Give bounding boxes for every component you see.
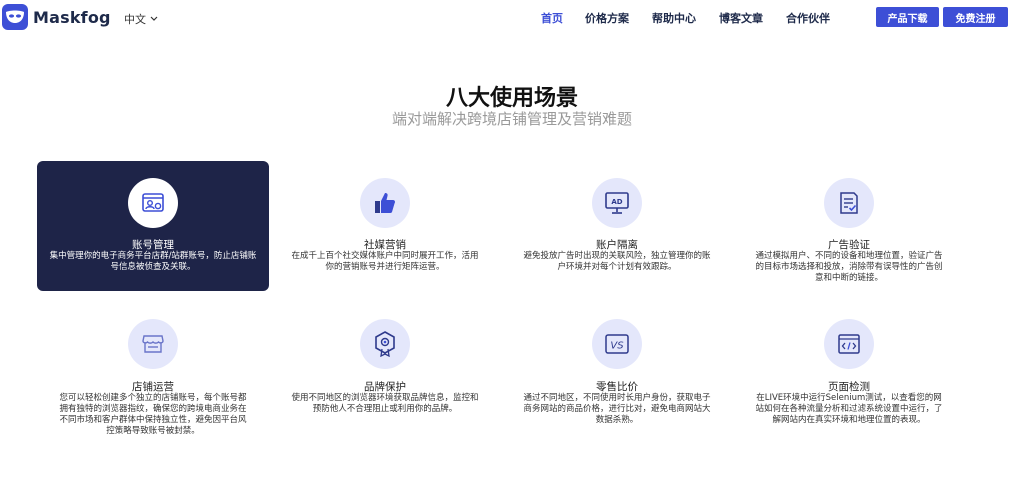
brand-name: Maskfog [33, 7, 111, 27]
scenario-card-ad-verification[interactable]: 广告验证 通过模拟用户、不同的设备和地理位置，验证广告的目标市场选择和投放，消除… [733, 161, 965, 291]
scenario-card-page-testing[interactable]: 页面检测 在LIVE环境中运行Selenium测试，以查看您的网站如何在各种流量… [733, 305, 965, 455]
language-selector[interactable]: 中文 [124, 11, 158, 27]
register-button[interactable]: 免费注册 [943, 7, 1008, 27]
card-title: 账号管理 [132, 239, 174, 251]
badge-icon [360, 319, 410, 369]
card-description: 在成千上百个社交媒体账户中同时展开工作，活用你的营销账号并进行矩阵运营。 [291, 251, 479, 272]
scenario-card-account-management[interactable]: 账号管理 集中管理你的电子商务平台店群/站群账号，防止店铺账号信息被侦查及关联。 [37, 161, 269, 291]
svg-text:VS: VS [610, 341, 624, 352]
scenario-card-brand-protection[interactable]: 品牌保护 使用不同地区的浏览器环境获取品牌信息，监控和预防他人不合理阻止或利用你… [269, 305, 501, 455]
svg-text:AD: AD [611, 198, 622, 206]
scenario-card-social-marketing[interactable]: 社媒营销 在成千上百个社交媒体账户中同时展开工作，活用你的营销账号并进行矩阵运营… [269, 161, 501, 291]
card-description: 您可以轻松创建多个独立的店铺账号，每个账号都拥有独特的浏览器指纹，确保您的跨境电… [59, 393, 247, 436]
scenario-card-account-isolation[interactable]: AD 账户隔离 避免投放广告时出现的关联风险，独立管理你的账户环境并对每个计划有… [501, 161, 733, 291]
card-title: 账户隔离 [596, 239, 638, 251]
nav-pricing[interactable]: 价格方案 [585, 10, 629, 26]
card-title: 店铺运营 [132, 381, 174, 393]
nav-home[interactable]: 首页 [541, 10, 563, 26]
card-description: 通过不同地区，不同使用时长用户身份，获取电子商务网站的商品价格，进行比对，避免电… [523, 393, 711, 425]
card-description: 避免投放广告时出现的关联风险，独立管理你的账户环境并对每个计划有效跟踪。 [523, 251, 711, 272]
scenario-card-retail-price-comparison[interactable]: VS 零售比价 通过不同地区，不同使用时长用户身份，获取电子商务网站的商品价格，… [501, 305, 733, 455]
card-title: 零售比价 [596, 381, 638, 393]
card-title: 广告验证 [828, 239, 870, 251]
card-description: 集中管理你的电子商务平台店群/站群账号，防止店铺账号信息被侦查及关联。 [49, 251, 257, 272]
nav-blog[interactable]: 博客文章 [719, 10, 763, 26]
checklist-icon [824, 178, 874, 228]
scenario-card-store-operations[interactable]: 店铺运营 您可以轻松创建多个独立的店铺账号，每个账号都拥有独特的浏览器指纹，确保… [37, 305, 269, 455]
vs-icon: VS [592, 319, 642, 369]
card-title: 品牌保护 [364, 381, 406, 393]
download-button[interactable]: 产品下载 [876, 7, 939, 27]
nav-partners[interactable]: 合作伙伴 [786, 10, 830, 26]
card-description: 使用不同地区的浏览器环境获取品牌信息，监控和预防他人不合理阻止或利用你的品牌。 [291, 393, 479, 414]
chevron-down-icon [150, 16, 158, 21]
section-subtitle: 端对端解决跨境店铺管理及营销难题 [391, 110, 632, 128]
card-title: 页面检测 [828, 381, 870, 393]
code-window-icon [824, 319, 874, 369]
store-icon [128, 319, 178, 369]
ad-monitor-icon: AD [592, 178, 642, 228]
card-description: 通过模拟用户、不同的设备和地理位置，验证广告的目标市场选择和投放，消除带有误导性… [755, 251, 943, 283]
card-description: 在LIVE环境中运行Selenium测试，以查看您的网站如何在各种流量分析和过滤… [755, 393, 943, 425]
thumbs-up-icon [360, 178, 410, 228]
mask-logo-icon [2, 4, 28, 30]
brand-logo[interactable]: Maskfog [2, 4, 111, 30]
top-navigation-bar: Maskfog 中文 首页 价格方案 帮助中心 博客文章 合作伙伴 产品下载 免… [0, 0, 1024, 36]
card-title: 社媒营销 [364, 239, 406, 251]
account-icon [128, 178, 178, 228]
nav-help-center[interactable]: 帮助中心 [652, 10, 696, 26]
language-label: 中文 [124, 13, 146, 26]
